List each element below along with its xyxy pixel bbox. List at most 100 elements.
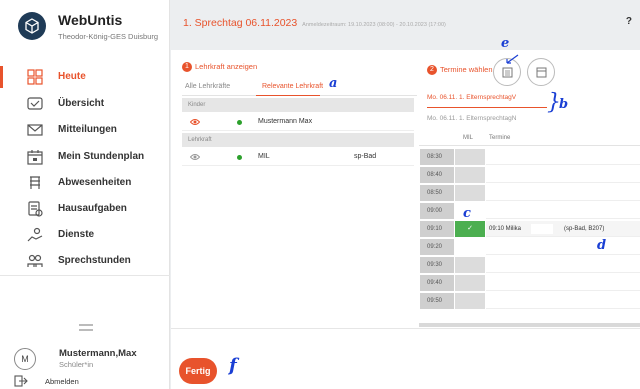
nav-item-stundenplan[interactable]: Mein Stundenplan — [0, 144, 170, 170]
redacted-field — [531, 224, 553, 234]
slot-appointment — [486, 293, 640, 309]
calendar-view-icon — [536, 67, 547, 78]
event-date: 06.11.2023 — [245, 17, 298, 29]
slot-cell[interactable] — [455, 275, 485, 291]
nav-label: Abwesenheiten — [58, 177, 132, 188]
duties-icon — [27, 227, 43, 242]
nav-item-mitteilungen[interactable]: Mitteilungen — [0, 117, 170, 143]
slot-cell[interactable] — [455, 239, 485, 255]
consultation-icon — [27, 254, 43, 267]
nav-item-hausaufgaben[interactable]: Hausaufgaben — [0, 196, 170, 222]
section-title-teachers: 1 Lehrkraft anzeigen — [182, 62, 257, 73]
booked-text: 09:10 Milika — [489, 226, 522, 232]
section-number: 1 — [182, 62, 192, 73]
annotation-f: f — [229, 355, 237, 376]
list-view-icon — [502, 67, 513, 78]
webuntis-logo — [18, 12, 46, 40]
brand: WebUntis Theodor-König-GES Duisburg — [16, 10, 166, 50]
nav-label: Dienste — [58, 229, 95, 240]
group-header-children: Kinder — [182, 98, 414, 112]
slot-time: 08:40 — [420, 167, 454, 183]
slot-row[interactable]: 08:40 — [419, 166, 640, 184]
slot-row[interactable]: 09:30 — [419, 256, 640, 274]
event-tab-inactive[interactable]: Mo. 06.11. 1. ElternsprechtagN — [427, 115, 547, 122]
slot-row[interactable]: 09:00 — [419, 202, 640, 220]
slot-time: 09:00 — [420, 203, 454, 219]
booked-room: (sp-Bad, B207) — [564, 226, 605, 232]
done-button[interactable]: Fertig — [179, 358, 217, 384]
slot-appointment — [486, 149, 640, 165]
slot-cell[interactable] — [455, 185, 485, 201]
collapse-icon[interactable] — [79, 324, 93, 331]
child-name: Mustermann Max — [258, 118, 313, 125]
slot-cell[interactable] — [455, 149, 485, 165]
nav-label: Mitteilungen — [58, 124, 117, 135]
nav-label: Sprechstunden — [58, 255, 131, 266]
nav-item-uebersicht[interactable]: Übersicht — [0, 91, 170, 117]
slot-cell[interactable] — [455, 167, 485, 183]
logout-icon — [14, 375, 28, 387]
schedule-header: MIL Termine — [419, 132, 640, 146]
horizontal-scrollbar[interactable] — [419, 323, 640, 327]
slot-appointment — [486, 239, 640, 255]
logout-label: Abmelden — [45, 377, 79, 386]
sidebar-divider — [0, 275, 170, 276]
school-name: Theodor-König-GES Duisburg — [58, 32, 159, 41]
slot-time: 09:30 — [420, 257, 454, 273]
teacher-name: MIL — [258, 153, 270, 160]
slot-row[interactable]: 09:40 — [419, 274, 640, 292]
slot-appointment — [486, 203, 640, 219]
nav-item-dienste[interactable]: Dienste — [0, 222, 170, 248]
logout-button[interactable]: Abmelden — [14, 375, 164, 387]
app-title: WebUntis — [58, 12, 123, 28]
slot-appointment — [486, 257, 640, 273]
mail-icon — [27, 124, 43, 136]
nav-item-sprechstunden[interactable]: Sprechstunden — [0, 248, 170, 274]
main-content: 1 Lehrkraft anzeigen Alle Lehrkräfte Rele… — [171, 36, 640, 328]
nav-label: Übersicht — [58, 98, 105, 109]
tab-relevant-teacher[interactable]: Relevante Lehrkraft — [262, 83, 323, 90]
event-tab-indicator — [427, 107, 547, 108]
slot-row[interactable]: 09:50 — [419, 292, 640, 310]
calendar-icon — [27, 150, 43, 165]
appointment-panel: 2 Termine wählen e Mo. 06.11. 1. Elternsp… — [419, 36, 640, 328]
teacher-panel: 1 Lehrkraft anzeigen Alle Lehrkräfte Rele… — [179, 50, 419, 328]
slot-time: 09:10 — [420, 221, 454, 237]
tab-all-teachers[interactable]: Alle Lehrkräfte — [185, 83, 230, 90]
absence-icon — [30, 176, 40, 189]
event-tab-active[interactable]: Mo. 06.11. 1. ElternsprechtagV — [427, 94, 547, 101]
eye-icon[interactable] — [190, 153, 200, 161]
section-number: 2 — [427, 65, 437, 76]
page-title: 1. Sprechtag 06.11.2023 Anmeldezeitraum:… — [183, 17, 446, 29]
overview-icon — [27, 97, 43, 110]
slot-row[interactable]: 09:20 — [419, 238, 640, 256]
annotation-a: a — [329, 76, 338, 91]
avatar: M — [14, 348, 36, 370]
teacher-subject: sp-Bad — [354, 153, 377, 160]
user-role: Schüler*in — [59, 360, 94, 369]
section-title-appointments: 2 Termine wählen — [427, 65, 493, 76]
slot-cell[interactable] — [455, 257, 485, 273]
slot-row[interactable]: 08:30 — [419, 148, 640, 166]
registration-period: Anmeldezeitraum: 19.10.2023 (08:00) - 20… — [302, 22, 446, 28]
annotation-c: c — [463, 206, 471, 221]
slot-time: 08:50 — [420, 185, 454, 201]
slot-time: 09:40 — [420, 275, 454, 291]
help-button[interactable]: ? — [626, 16, 632, 27]
booked-appointment: 09:10 Milika (sp-Bad, B207) — [486, 221, 640, 237]
list-item-child[interactable]: Mustermann Max — [182, 114, 414, 131]
slot-time: 08:30 — [420, 149, 454, 165]
teacher-tabs: Alle Lehrkräfte Relevante Lehrkraft — [182, 80, 417, 96]
eye-icon[interactable] — [190, 118, 200, 126]
group-header-teachers: Lehrkraft — [182, 133, 414, 147]
nav-item-abwesenheiten[interactable]: Abwesenheiten — [0, 170, 170, 196]
booked-check[interactable]: ✓ — [455, 221, 485, 237]
slot-row-booked[interactable]: 09:10 ✓ 09:10 Milika (sp-Bad, B207) — [419, 220, 640, 238]
slot-row[interactable]: 08:50 — [419, 184, 640, 202]
section-label: Termine wählen — [440, 65, 493, 74]
nav-item-heute[interactable]: Heute — [0, 64, 170, 90]
status-dot — [237, 155, 242, 160]
slot-cell[interactable] — [455, 293, 485, 309]
list-item-teacher[interactable]: MIL sp-Bad — [182, 149, 414, 166]
calendar-view-button[interactable] — [527, 58, 555, 86]
